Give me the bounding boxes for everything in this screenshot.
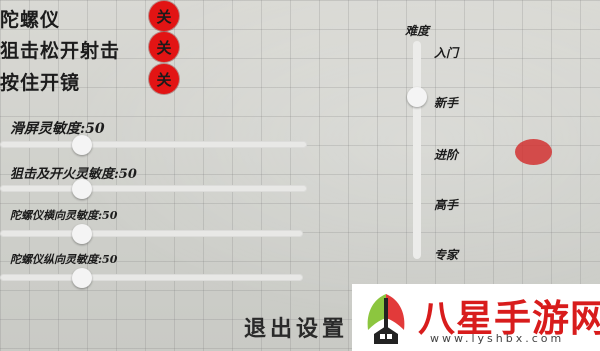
gyro-vertical-sensitivity-slider[interactable] [0,274,303,281]
difficulty-level-advanced[interactable]: 进阶 [434,146,458,163]
sniper-release-fire-toggle-button[interactable]: 关 [149,32,179,62]
difficulty-level-expert[interactable]: 高手 [434,196,458,213]
difficulty-slider-handle[interactable] [407,86,427,107]
gyroscope-toggle-button[interactable]: 关 [149,1,179,31]
gyro-vertical-sensitivity-label: 陀螺仪纵向灵敏度:50 [10,253,118,266]
sniper-fire-sensitivity-slider-handle[interactable] [72,179,92,199]
watermark-site-url: www.lyshbx.com [430,332,565,345]
difficulty-title: 难度 [405,24,430,38]
difficulty-slider[interactable] [413,41,421,259]
gyro-vertical-sensitivity-slider-handle[interactable] [72,268,92,288]
watermark-logo-icon [367,294,405,344]
sniper-fire-sensitivity-slider[interactable] [0,185,307,192]
hold-to-scope-toggle-button[interactable]: 关 [149,64,179,94]
sniper-release-fire-label: 狙击松开射击 [0,40,121,62]
gyro-horizontal-sensitivity-slider-handle[interactable] [72,224,92,244]
aim-marker [515,139,552,165]
gyro-horizontal-sensitivity-slider[interactable] [0,230,303,237]
gyroscope-label: 陀螺仪 [0,9,61,31]
hold-to-scope-label: 按住开镜 [0,72,81,94]
swipe-sensitivity-slider-handle[interactable] [72,135,92,155]
sniper-fire-sensitivity-label: 狙击及开火灵敏度:50 [10,167,137,182]
difficulty-level-master[interactable]: 专家 [434,246,458,263]
gyro-horizontal-sensitivity-label: 陀螺仪横向灵敏度:50 [10,209,118,222]
exit-settings-button[interactable]: 退出设置 [244,311,348,343]
site-watermark: 八星手游网 www.lyshbx.com [352,284,600,351]
swipe-sensitivity-label: 滑屏灵敏度:50 [10,121,105,137]
difficulty-level-beginner[interactable]: 入门 [434,44,458,61]
swipe-sensitivity-slider[interactable] [0,141,307,148]
difficulty-level-novice[interactable]: 新手 [434,94,458,111]
